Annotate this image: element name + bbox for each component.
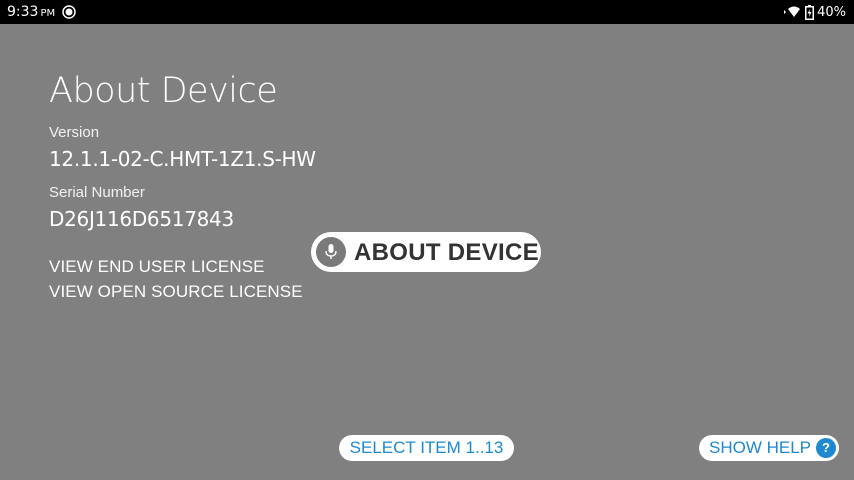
view-end-user-license-link[interactable]: VIEW END USER LICENSE: [49, 257, 265, 277]
battery-percent: 40%: [817, 4, 846, 20]
page-title: About Device: [49, 71, 278, 111]
show-help-label: SHOW HELP: [709, 438, 812, 457]
status-time: 9:33 PM: [7, 4, 55, 22]
select-item-button[interactable]: SELECT ITEM 1..13: [339, 435, 514, 461]
help-question-icon: ?: [816, 438, 836, 458]
voice-command-overlay: ABOUT DEVICE: [311, 232, 541, 272]
status-right-group: 40%: [782, 4, 846, 20]
version-label: Version: [49, 124, 100, 141]
status-clock: 9:33: [7, 4, 39, 20]
status-ampm: PM: [40, 8, 56, 19]
microphone-icon: [316, 237, 346, 267]
battery-charging-icon: [805, 4, 815, 20]
show-help-button[interactable]: SHOW HELP ?: [699, 435, 839, 461]
status-bar: 9:33 PM 40%: [0, 0, 854, 24]
version-value: 12.1.1-02-C.HMT-1Z1.S-HW: [49, 147, 316, 171]
voice-command-text: ABOUT DEVICE: [354, 239, 539, 266]
view-open-source-license-link[interactable]: VIEW OPEN SOURCE LICENSE: [49, 282, 303, 302]
app-notification-icon: [62, 5, 76, 19]
serial-number-label: Serial Number: [49, 184, 145, 201]
wifi-icon: [784, 6, 801, 17]
serial-number-value: D26J116D6517843: [49, 207, 234, 231]
